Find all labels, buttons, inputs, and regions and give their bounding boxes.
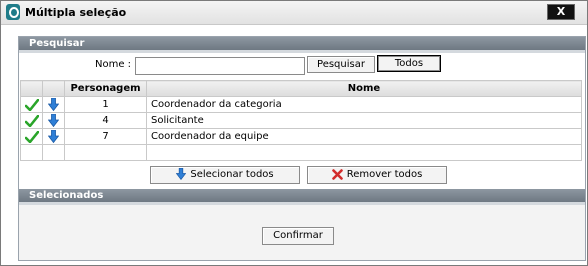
check-icon[interactable] — [24, 114, 39, 127]
personagem-cell: 7 — [64, 128, 147, 145]
remove-all-label: Remover todos — [346, 169, 423, 180]
close-button[interactable]: X — [547, 4, 575, 20]
name-label: Nome : — [95, 59, 132, 70]
select-all-button[interactable]: Selecionar todos — [150, 166, 300, 184]
arrow-down-icon — [176, 168, 187, 180]
arrow-down-icon[interactable] — [48, 130, 59, 143]
all-button[interactable]: Todos — [377, 55, 441, 72]
search-section-header: Pesquisar — [19, 37, 585, 50]
select-all-label: Selecionar todos — [190, 169, 274, 180]
select-cell[interactable] — [20, 112, 43, 129]
confirm-button[interactable]: Confirmar — [262, 227, 334, 245]
nome-cell: Solicitante — [146, 112, 582, 129]
move-cell[interactable] — [42, 128, 65, 145]
col-header-select — [20, 80, 43, 97]
select-cell[interactable] — [20, 128, 43, 145]
personagem-cell: 1 — [64, 96, 147, 113]
title-bar[interactable]: Múltipla seleção X — [1, 1, 587, 25]
nome-cell: Coordenador da categoria — [146, 96, 582, 113]
section-divider — [19, 50, 585, 53]
dialog-title: Múltipla seleção — [25, 6, 127, 19]
dialog-content: Pesquisar Nome : Pesquisar Todos Persona… — [18, 36, 586, 261]
nome-cell: Coordenador da equipe — [146, 128, 582, 145]
select-cell[interactable] — [20, 96, 43, 113]
col-header-move — [42, 80, 65, 97]
multi-select-dialog: Múltipla seleção X Pesquisar Nome : Pesq… — [0, 0, 588, 266]
check-icon[interactable] — [24, 98, 39, 111]
table-empty-row — [20, 144, 582, 161]
col-header-nome[interactable]: Nome — [146, 80, 582, 97]
check-icon[interactable] — [24, 130, 39, 143]
col-header-personagem[interactable]: Personagem — [64, 80, 147, 97]
remove-all-button[interactable]: Remover todos — [307, 166, 447, 184]
personagem-cell: 4 — [64, 112, 147, 129]
arrow-down-icon[interactable] — [48, 114, 59, 127]
move-cell[interactable] — [42, 96, 65, 113]
name-search-input[interactable] — [135, 57, 305, 75]
table-row[interactable]: 7 Coordenador da equipe — [20, 128, 582, 145]
search-button[interactable]: Pesquisar — [307, 56, 375, 73]
selected-section-header: Selecionados — [19, 189, 585, 202]
app-logo-icon — [6, 4, 20, 20]
table-header-row: Personagem Nome — [20, 80, 582, 97]
table-row[interactable]: 4 Solicitante — [20, 112, 582, 129]
table-row[interactable]: 1 Coordenador da categoria — [20, 96, 582, 113]
move-cell[interactable] — [42, 112, 65, 129]
arrow-down-icon[interactable] — [48, 98, 59, 111]
remove-x-icon — [331, 168, 343, 180]
results-table: Personagem Nome 1 Coordenador da categor… — [20, 80, 582, 161]
